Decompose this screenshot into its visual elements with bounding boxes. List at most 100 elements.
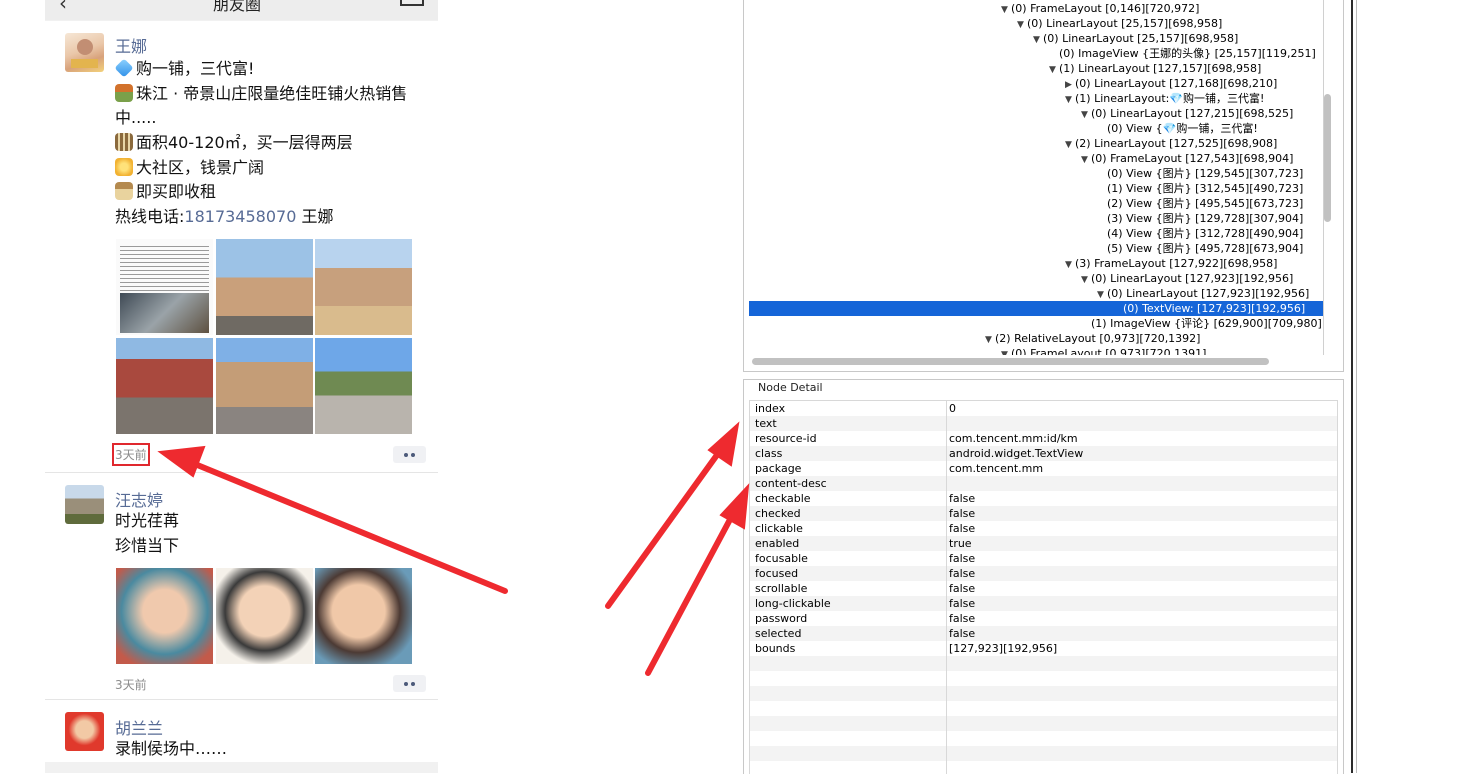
moments-feed: ‹ 朋友圈 王娜 购一铺，三代富! 珠江 · 帝景山庄限量绝佳旺铺火热销售 中.… (45, 0, 438, 773)
tree-node[interactable]: ▼ (0) FrameLayout [0,973][720,1391] (1001, 346, 1206, 355)
moment-post: 王娜 购一铺，三代富! 珠江 · 帝景山庄限量绝佳旺铺火热销售 中..... 面… (45, 21, 438, 472)
post-text-line: 即买即收租 (115, 181, 216, 203)
detail-row[interactable]: enabled true (750, 536, 1337, 551)
collapse-arrow-icon[interactable]: ▼ (1049, 63, 1059, 78)
collapse-arrow-icon[interactable]: ▼ (985, 333, 995, 348)
post-image[interactable] (315, 338, 412, 434)
detail-row[interactable]: focusable false (750, 551, 1337, 566)
avatar[interactable] (65, 485, 104, 524)
tree-vertical-scrollbar[interactable] (1324, 94, 1331, 222)
tree-node[interactable]: ▼ (0) FrameLayout [0,146][720,972] (1001, 1, 1199, 16)
tree-node[interactable]: ▼ (0) LinearLayout [25,157][698,958] (1033, 31, 1238, 46)
post-text-line: 大社区，钱景广阔 (115, 157, 264, 179)
window-border (1351, 0, 1353, 773)
post-text-line: 购一铺，三代富! (114, 58, 254, 80)
column-separator (946, 401, 947, 774)
phone-link[interactable]: 18173458070 (184, 207, 296, 226)
post-image[interactable] (216, 239, 313, 335)
tree-node[interactable]: ▼ (3) FrameLayout [127,922][698,958] (1065, 256, 1277, 271)
detail-row[interactable]: bounds [127,923][192,956] (750, 641, 1337, 656)
tree-node[interactable]: ▼ (1) LinearLayout [127,157][698,958] (1049, 61, 1261, 76)
detail-row[interactable]: checkable false (750, 491, 1337, 506)
arrowhead-icon (707, 421, 740, 467)
detail-row[interactable]: long-clickable false (750, 596, 1337, 611)
detail-row[interactable]: scrollable false (750, 581, 1337, 596)
panel-title: Node Detail (758, 381, 823, 394)
tree-node[interactable]: ▼ (2) LinearLayout [127,525][698,908] (1065, 136, 1277, 151)
classical-building-icon (115, 133, 133, 151)
detail-row[interactable]: selected false (750, 626, 1337, 641)
tree-node[interactable]: (4) View {图片} [312,728][490,904] (1107, 226, 1303, 241)
collapse-arrow-icon[interactable]: ▼ (1081, 273, 1091, 288)
tree-node[interactable]: (0) View {💎购一铺，三代富! (1107, 121, 1258, 136)
detail-row[interactable]: content-desc (750, 476, 1337, 491)
detail-row-empty (750, 731, 1337, 746)
detail-row-empty (750, 746, 1337, 761)
detail-row[interactable]: index 0 (750, 401, 1337, 416)
moment-post: 汪志婷 时光荏苒 珍惜当下 3天前 (45, 473, 438, 699)
tree-node[interactable]: ▼ (2) RelativeLayout [0,973][720,1392] (985, 331, 1200, 346)
collapse-arrow-icon[interactable]: ▼ (1033, 33, 1043, 48)
poster-name[interactable]: 胡兰兰 (115, 715, 163, 739)
post-image[interactable] (216, 568, 313, 664)
tree-node[interactable]: ▼ (0) FrameLayout [127,543][698,904] (1081, 151, 1293, 166)
tree-node[interactable]: ▶ (0) LinearLayout [127,168][698,210] (1065, 76, 1277, 91)
collapse-arrow-icon[interactable]: ▼ (1081, 108, 1091, 123)
detail-row-empty (750, 671, 1337, 686)
tree-node[interactable]: (1) ImageView {评论} [629,900][709,980] (1091, 316, 1322, 331)
tree-node[interactable]: ▼ (0) LinearLayout [127,923][192,956] (1081, 271, 1293, 286)
collapse-arrow-icon[interactable]: ▼ (1065, 258, 1075, 273)
tree-node[interactable]: (3) View {图片} [129,728][307,904] (1107, 211, 1303, 226)
tree-node[interactable]: (1) View {图片} [312,545][490,723] (1107, 181, 1303, 196)
post-image[interactable] (315, 239, 412, 335)
tree-node[interactable]: ▼ (0) LinearLayout [127,215][698,525] (1081, 106, 1293, 121)
tree-node[interactable]: (0) ImageView {王娜的头像} [25,157][119,251] (1059, 46, 1316, 61)
tree-node[interactable]: ▼ (0) LinearLayout [25,157][698,958] (1017, 16, 1222, 31)
tree-node[interactable]: (0) View {图片} [129,545][307,723] (1107, 166, 1303, 181)
comment-more-button[interactable] (393, 675, 426, 692)
hierarchy-tree: ▼ (0) FrameLayout [0,146][720,972] ▼ (0) L… (749, 0, 1324, 355)
detail-row-empty (750, 716, 1337, 731)
dizzy-icon (115, 158, 133, 176)
collapse-arrow-icon[interactable]: ▼ (1001, 3, 1011, 18)
tree-horizontal-scrollbar[interactable] (752, 358, 1269, 365)
detail-row[interactable]: resource-id com.tencent.mm:id/km (750, 431, 1337, 446)
post-time: 3天前 (112, 443, 150, 466)
collapse-arrow-icon[interactable]: ▼ (1081, 153, 1091, 168)
post-image[interactable] (116, 568, 213, 664)
avatar[interactable] (65, 33, 104, 72)
collapse-arrow-icon[interactable]: ▼ (1065, 138, 1075, 153)
detail-row[interactable]: package com.tencent.mm (750, 461, 1337, 476)
node-detail-table: index 0 text resource-id com.tencent.mm:id… (749, 400, 1338, 774)
tree-node[interactable]: ▼ (0) LinearLayout [127,923][192,956] (1097, 286, 1309, 301)
detail-row[interactable]: clickable false (750, 521, 1337, 536)
detail-row[interactable]: focused false (750, 566, 1337, 581)
detail-row[interactable]: class android.widget.TextView (750, 446, 1337, 461)
post-time: 3天前 (115, 678, 147, 692)
avatar[interactable] (65, 712, 104, 751)
detail-row-empty (750, 686, 1337, 701)
tree-node[interactable]: (2) View {图片} [495,545][673,723] (1107, 196, 1303, 211)
hierarchy-tree-panel: ▼ (0) FrameLayout [0,146][720,972] ▼ (0) L… (743, 0, 1344, 372)
tree-node[interactable]: ▼ (1) LinearLayout:💎购一铺，三代富! (1065, 91, 1264, 106)
house-icon (115, 84, 133, 102)
post-image[interactable] (116, 338, 213, 434)
tree-node-selected[interactable]: (0) TextView: [127,923][192,956] (749, 301, 1323, 316)
collapse-arrow-icon[interactable]: ▼ (1001, 348, 1011, 355)
detail-row[interactable]: password false (750, 611, 1337, 626)
tree-node[interactable]: (5) View {图片} [495,728][673,904] (1107, 241, 1303, 256)
collapse-arrow-icon[interactable]: ▼ (1017, 18, 1027, 33)
bank-icon (115, 182, 133, 200)
detail-row[interactable]: text (750, 416, 1337, 431)
comment-more-button[interactable] (393, 446, 426, 463)
post-image[interactable] (116, 239, 213, 335)
poster-name[interactable]: 王娜 (115, 33, 147, 57)
back-icon[interactable]: ‹ (59, 0, 67, 15)
moment-post: 胡兰兰 录制侯场中…… (45, 700, 438, 762)
camera-icon[interactable] (400, 0, 424, 6)
post-image[interactable] (315, 568, 412, 664)
post-image[interactable] (216, 338, 313, 434)
collapse-arrow-icon[interactable]: ▼ (1065, 93, 1075, 108)
detail-row[interactable]: checked false (750, 506, 1337, 521)
poster-name[interactable]: 汪志婷 (115, 487, 163, 511)
